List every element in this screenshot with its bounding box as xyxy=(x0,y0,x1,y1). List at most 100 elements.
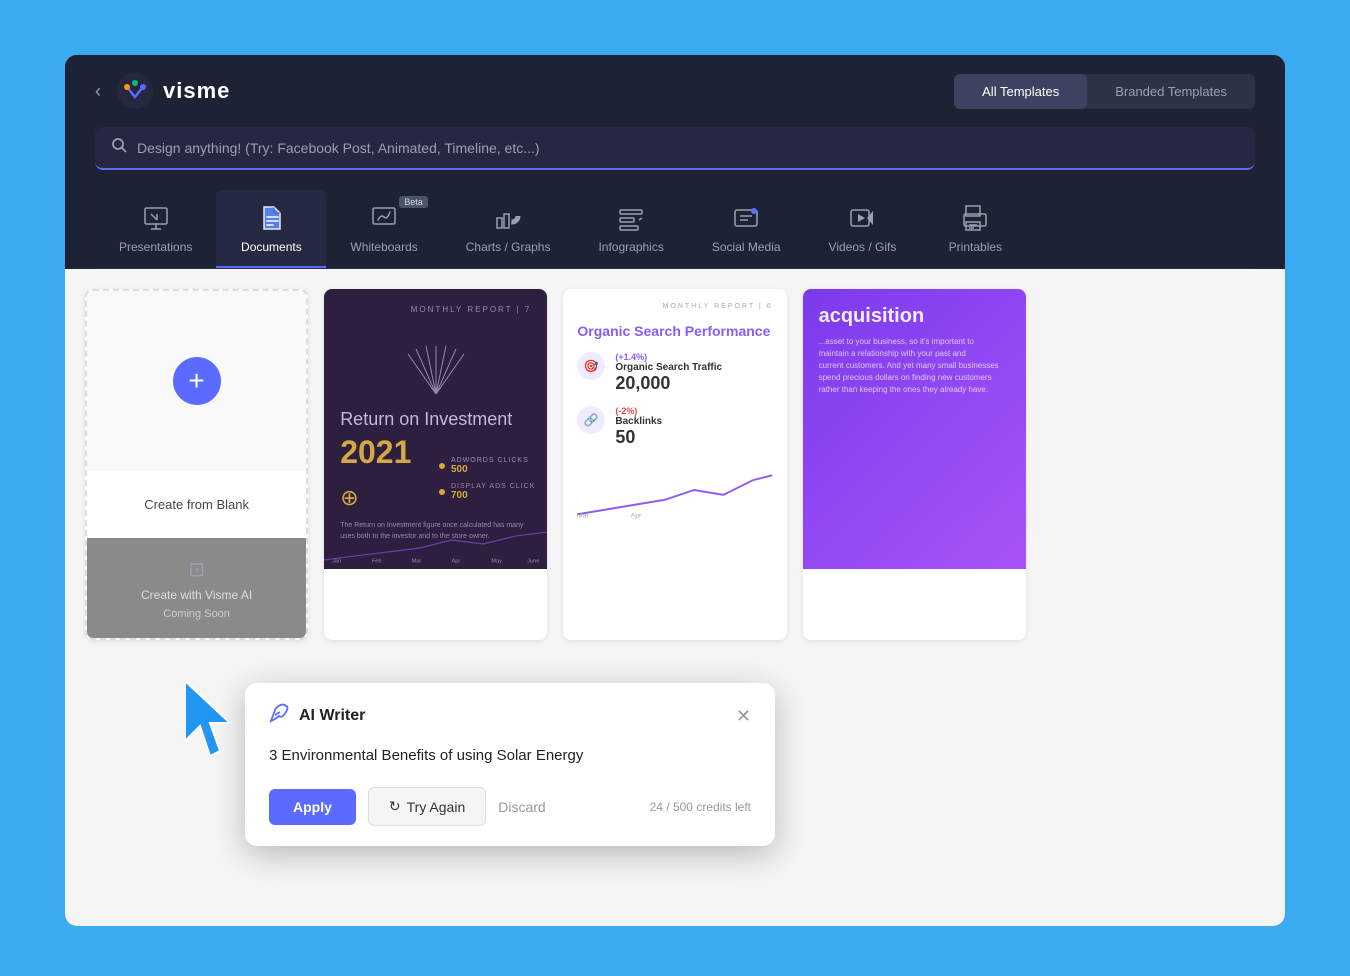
try-again-label: Try Again xyxy=(407,799,466,815)
roi-title: Return on Investment xyxy=(340,409,531,430)
svg-text:Apr: Apr xyxy=(452,558,461,564)
logo-area: ‹ visme xyxy=(95,73,230,109)
create-blank-icon-area: + xyxy=(87,291,306,471)
printables-label: Printables xyxy=(949,240,1002,254)
svg-text:Apr: Apr xyxy=(631,513,642,520)
content-area: + Create from Blank ⊡ Create with Visme … xyxy=(65,269,1285,926)
organic-preview: MONTHLY REPORT | 6 Organic Search Perfor… xyxy=(563,289,786,569)
main-container: ‹ visme All Templates Branded Templates xyxy=(65,55,1285,926)
svg-text:Jan: Jan xyxy=(332,558,341,564)
plus-icon: + xyxy=(173,357,221,405)
roi-stats: ADWORDS CLICKS 500 DISPLAY ADS CLICK 700 xyxy=(439,457,535,509)
credits-info: 24 / 500 credits left xyxy=(650,800,751,814)
popup-title: AI Writer xyxy=(299,707,365,725)
documents-icon xyxy=(257,202,285,234)
header: ‹ visme All Templates Branded Templates xyxy=(65,55,1285,269)
tab-charts[interactable]: Charts / Graphs xyxy=(442,190,575,268)
popup-generated-text: 3 Environmental Benefits of using Solar … xyxy=(269,745,751,768)
svg-text:Mar: Mar xyxy=(412,558,422,564)
beta-badge: Beta xyxy=(399,196,428,208)
credits-total: 500 xyxy=(673,800,693,814)
roi-header: MONTHLY REPORT | 7 xyxy=(340,305,531,314)
videos-icon xyxy=(848,202,876,234)
organic-title: Organic Search Performance xyxy=(577,322,772,340)
search-placeholder: Design anything! (Try: Facebook Post, An… xyxy=(137,140,540,156)
sun-decoration xyxy=(396,344,476,394)
videos-label: Videos / Gifs xyxy=(829,240,897,254)
backlinks-icon: 🔗 xyxy=(577,406,605,434)
feather-icon xyxy=(269,703,289,729)
ai-writer-popup: AI Writer ✕ 3 Environmental Benefits of … xyxy=(245,683,775,847)
search-icon xyxy=(111,137,127,158)
presentations-icon xyxy=(142,202,170,234)
tab-infographics[interactable]: Infographics xyxy=(574,190,687,268)
metric-backlinks: 🔗 (-2%) Backlinks 50 xyxy=(577,406,772,448)
infographics-icon xyxy=(617,202,645,234)
tab-whiteboards[interactable]: Beta Whiteboards xyxy=(326,190,441,268)
credits-used: 24 xyxy=(650,800,663,814)
visme-logo-icon xyxy=(117,73,153,109)
presentations-label: Presentations xyxy=(119,240,192,254)
refresh-icon: ↻ xyxy=(389,798,401,815)
stat-label-2: DISPLAY ADS CLICK xyxy=(451,483,535,490)
credits-label-text: credits left xyxy=(696,800,751,814)
credits-separator: / xyxy=(666,800,673,814)
acquisition-card[interactable]: acquisition ...asset to your business, s… xyxy=(803,289,1026,640)
metric-organic-traffic: 🎯 (+1.4%) Organic Search Traffic 20,000 xyxy=(577,352,772,394)
popup-close-button[interactable]: ✕ xyxy=(736,707,751,725)
svg-text:June: June xyxy=(527,558,539,564)
tab-printables[interactable]: Printables xyxy=(920,190,1030,268)
popup-title-row: AI Writer xyxy=(269,703,365,729)
stat-label-1: ADWORDS CLICKS xyxy=(451,457,529,464)
organic-change: (+1.4%) xyxy=(615,352,772,362)
stat-dot-2 xyxy=(439,489,445,495)
coming-soon-badge: Coming Soon xyxy=(163,608,230,620)
acquisition-text: acquisition xyxy=(819,305,1010,328)
template-toggle: All Templates Branded Templates xyxy=(954,74,1255,109)
back-button[interactable]: ‹ xyxy=(95,81,101,102)
social-media-label: Social Media xyxy=(712,240,781,254)
charts-icon xyxy=(494,202,522,234)
organic-chart: Mar Apr xyxy=(577,460,772,525)
create-with-ai-area: ⊡ Create with Visme AI Coming Soon xyxy=(87,538,306,638)
ai-icon: ⊡ xyxy=(188,557,205,582)
create-from-blank-card[interactable]: + Create from Blank ⊡ Create with Visme … xyxy=(85,289,308,640)
nav-tabs: Presentations Documents Beta xyxy=(95,190,1255,269)
tab-videos[interactable]: Videos / Gifs xyxy=(805,190,921,268)
infographics-label: Infographics xyxy=(598,240,663,254)
roi-template-card[interactable]: MONTHLY REPORT | 7 xyxy=(324,289,547,640)
popup-actions: Apply ↻ Try Again Discard 24 / 500 credi… xyxy=(269,787,751,826)
stat-row-1: ADWORDS CLICKS 500 xyxy=(439,457,535,475)
social-media-icon xyxy=(732,202,760,234)
organic-value: 20,000 xyxy=(615,373,772,394)
backlinks-text: (-2%) Backlinks 50 xyxy=(615,406,772,448)
documents-label: Documents xyxy=(241,240,302,254)
tab-presentations[interactable]: Presentations xyxy=(95,190,216,268)
backlinks-name: Backlinks xyxy=(615,416,772,427)
svg-text:Mar: Mar xyxy=(577,513,589,520)
acquisition-preview: acquisition ...asset to your business, s… xyxy=(803,289,1026,569)
charts-label: Charts / Graphs xyxy=(466,240,551,254)
roi-chart: Jan Feb Mar Apr May June xyxy=(324,519,547,569)
tab-social-media[interactable]: Social Media xyxy=(688,190,805,268)
stat-row-2: DISPLAY ADS CLICK 700 xyxy=(439,483,535,501)
backlinks-change: (-2%) xyxy=(615,406,772,416)
organic-search-card[interactable]: MONTHLY REPORT | 6 Organic Search Perfor… xyxy=(563,289,786,640)
popup-header: AI Writer ✕ xyxy=(269,703,751,729)
organic-traffic-text: (+1.4%) Organic Search Traffic 20,000 xyxy=(615,352,772,394)
search-bar[interactable]: Design anything! (Try: Facebook Post, An… xyxy=(95,127,1255,170)
stat-dot-1 xyxy=(439,463,445,469)
create-ai-label: Create with Visme AI xyxy=(141,588,252,602)
apply-button[interactable]: Apply xyxy=(269,789,356,825)
discard-button[interactable]: Discard xyxy=(498,799,545,815)
backlinks-value: 50 xyxy=(615,427,772,448)
create-blank-label: Create from Blank xyxy=(132,485,261,524)
tab-documents[interactable]: Documents xyxy=(216,190,326,268)
organic-header: MONTHLY REPORT | 6 xyxy=(577,303,772,310)
branded-templates-toggle[interactable]: Branded Templates xyxy=(1087,74,1255,109)
try-again-button[interactable]: ↻ Try Again xyxy=(368,787,486,826)
header-top: ‹ visme All Templates Branded Templates xyxy=(95,73,1255,109)
organic-name: Organic Search Traffic xyxy=(615,362,772,373)
all-templates-toggle[interactable]: All Templates xyxy=(954,74,1087,109)
whiteboards-label: Whiteboards xyxy=(350,240,417,254)
